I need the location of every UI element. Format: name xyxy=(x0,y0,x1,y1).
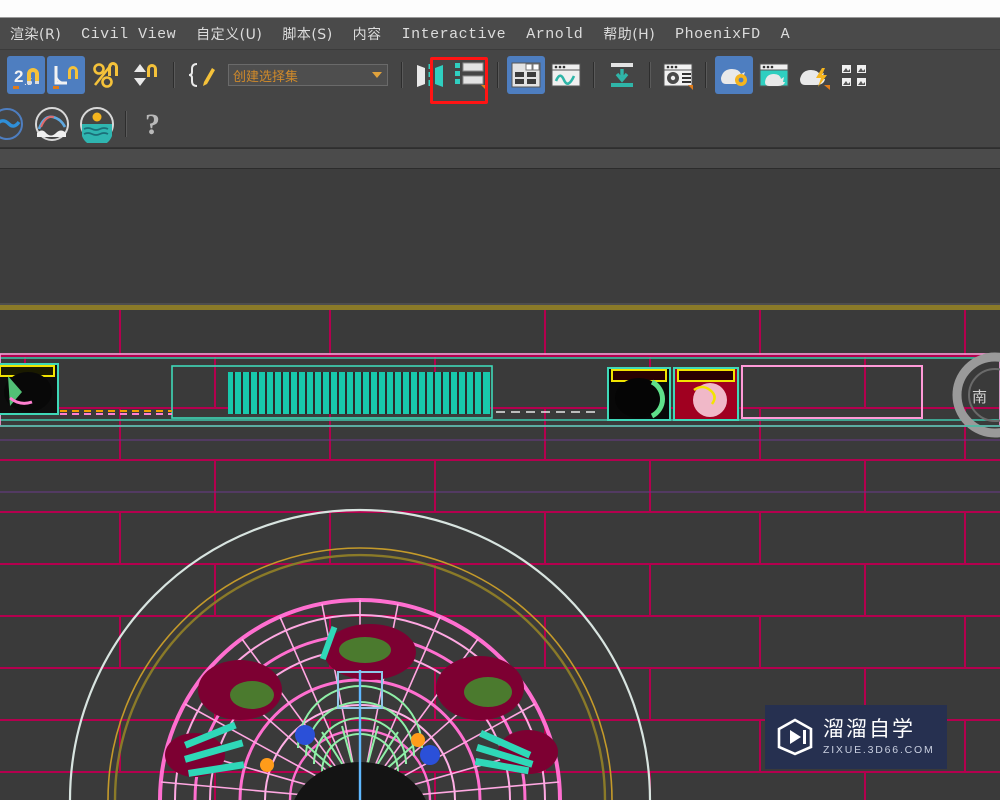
toolbar-separator xyxy=(593,62,595,88)
menu-item-a-truncated[interactable]: A xyxy=(771,26,801,43)
layer-manager-button[interactable] xyxy=(451,56,489,94)
rendered-frame-window-button[interactable] xyxy=(755,56,793,94)
menu-item-arnold[interactable]: Arnold xyxy=(516,26,593,43)
watermark-subtitle: ZIXUE.3D66.COM xyxy=(823,744,935,757)
phoenix-wave-icon[interactable] xyxy=(0,105,26,143)
marker-dot xyxy=(411,733,425,747)
application-window: 渲染(R) Civil View 自定义(U) 脚本(S) 内容 Interac… xyxy=(0,0,1000,800)
mirror-button[interactable] xyxy=(411,56,449,94)
menu-item-phoenixfd[interactable]: PhoenixFD xyxy=(665,26,771,43)
angle-snap-toggle-button[interactable] xyxy=(47,56,85,94)
svg-text:?: ? xyxy=(145,108,160,141)
toolbar-separator xyxy=(705,62,707,88)
compass: 南 xyxy=(952,352,1000,438)
facade-strip: 南 xyxy=(0,352,1000,438)
play-logo-icon xyxy=(775,717,815,757)
toolbar-separator xyxy=(125,110,127,137)
marker-dot xyxy=(260,758,274,772)
toolbar-separator xyxy=(173,62,175,88)
menu-item-customize[interactable]: 自定义(U) xyxy=(186,24,272,44)
help-icon[interactable]: ? xyxy=(135,105,173,143)
menu-item-civil-view[interactable]: Civil View xyxy=(71,26,186,43)
menu-item-scripting[interactable]: 脚本(S) xyxy=(272,24,342,44)
material-editor-button[interactable] xyxy=(659,56,697,94)
percent-snap-toggle-button[interactable] xyxy=(87,56,125,94)
menu-item-render[interactable]: 渲染(R) xyxy=(0,24,71,44)
circular-plan xyxy=(68,508,652,800)
phoenixfd-toolbar: ? xyxy=(0,100,1000,148)
render-in-viewport-button[interactable] xyxy=(835,56,873,94)
toolbar-separator xyxy=(649,62,651,88)
render-production-button[interactable] xyxy=(795,56,833,94)
named-selection-set-value: 创建选择集 xyxy=(233,69,299,85)
menu-bar: 渲染(R) Civil View 自定义(U) 脚本(S) 内容 Interac… xyxy=(0,18,1000,50)
scene-explorer-button[interactable] xyxy=(507,56,545,94)
watermark-overlay: 溜溜自学 ZIXUE.3D66.COM xyxy=(765,705,947,769)
empty-panel-area xyxy=(0,148,1000,310)
marker-dot xyxy=(420,745,440,765)
menu-item-help[interactable]: 帮助(H) xyxy=(593,24,665,44)
main-toolbar: 2 .5 xyxy=(0,50,1000,100)
snap-toggle-2-5d-button[interactable]: 2 .5 xyxy=(7,56,45,94)
render-setup-button[interactable] xyxy=(715,56,753,94)
marker-dot xyxy=(295,725,315,745)
window-top-edge xyxy=(0,0,1000,18)
align-button[interactable] xyxy=(603,56,641,94)
toolbar-separator xyxy=(497,62,499,88)
phoenix-ocean-texture-icon[interactable] xyxy=(33,105,71,143)
compass-label: 南 xyxy=(972,388,987,406)
chevron-down-icon[interactable] xyxy=(372,72,382,78)
menu-item-interactive[interactable]: Interactive xyxy=(392,26,517,43)
watermark-title: 溜溜自学 xyxy=(823,716,915,741)
phoenix-ocean-icon[interactable] xyxy=(78,105,116,143)
menu-item-content[interactable]: 内容 xyxy=(343,24,392,44)
edit-named-selection-sets-button[interactable] xyxy=(183,56,221,94)
curve-editor-button[interactable] xyxy=(547,56,585,94)
spinner-snap-toggle-button[interactable] xyxy=(127,56,165,94)
svg-text:2: 2 xyxy=(14,67,23,86)
panel-top-strip xyxy=(0,149,1000,169)
toolbar-separator xyxy=(401,62,403,88)
named-selection-set-dropdown[interactable]: 创建选择集 xyxy=(228,64,388,86)
